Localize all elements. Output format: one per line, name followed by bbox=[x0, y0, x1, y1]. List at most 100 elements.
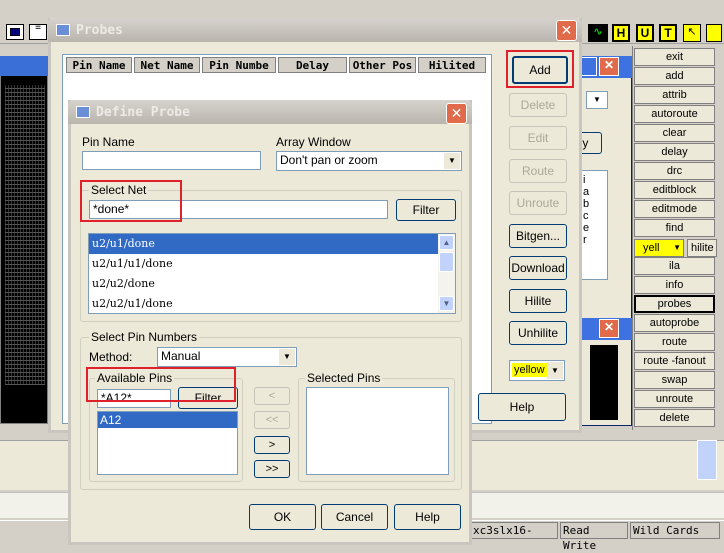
col-pin-number[interactable]: Pin Numbe bbox=[202, 57, 276, 73]
cmd-find-button[interactable]: find bbox=[634, 219, 715, 237]
cmd-hilite-button[interactable]: hilite bbox=[687, 239, 717, 257]
array-window-select[interactable]: Don't pan or zoom ▼ bbox=[276, 151, 462, 171]
chevron-down-icon: ▼ bbox=[279, 349, 295, 365]
chevron-down-icon: ▼ bbox=[444, 153, 460, 169]
status-wildcards: Wild Cards bbox=[630, 522, 720, 539]
probes-close-icon[interactable]: ✕ bbox=[556, 20, 577, 41]
col-pin-name[interactable]: Pin Name bbox=[66, 57, 132, 73]
cmd-route-fanout-button[interactable]: route -fanout bbox=[634, 352, 715, 370]
pin-name-label: Pin Name bbox=[82, 135, 135, 149]
list-icon[interactable]: ≡ bbox=[29, 23, 47, 40]
selected-pins-list[interactable] bbox=[306, 387, 449, 475]
scroll-thumb[interactable] bbox=[439, 252, 454, 272]
hilite-button[interactable]: Hilite bbox=[509, 289, 567, 313]
cmd-editmode-button[interactable]: editmode bbox=[634, 200, 715, 218]
help-button[interactable]: Help bbox=[394, 504, 461, 530]
route-button[interactable]: Route bbox=[509, 159, 567, 183]
bg-window-list-item: e bbox=[583, 222, 590, 234]
cmd-clear-button[interactable]: clear bbox=[634, 124, 715, 142]
download-button[interactable]: Download bbox=[509, 256, 567, 280]
bg-window-list-item: r bbox=[583, 234, 587, 246]
define-probe-close-icon[interactable]: ✕ bbox=[446, 103, 467, 124]
cmd-probes-button[interactable]: probes bbox=[634, 295, 715, 313]
bg-window-list-item: a bbox=[583, 186, 590, 198]
h-icon[interactable]: H bbox=[612, 24, 630, 42]
net-list[interactable]: u2/u1/done u2/u1/u1/done u2/u2/done u2/u… bbox=[88, 233, 456, 314]
method-value: Manual bbox=[161, 349, 201, 363]
bg-window-dropdown[interactable]: ▼ bbox=[586, 91, 608, 109]
cmd-delete-button[interactable]: delete bbox=[634, 409, 715, 427]
chevron-down-icon: ▼ bbox=[673, 243, 681, 252]
col-net-name[interactable]: Net Name bbox=[134, 57, 200, 73]
cursor-icon[interactable]: ↖ bbox=[683, 24, 701, 42]
layout-icon[interactable] bbox=[6, 24, 24, 40]
ok-button[interactable]: OK bbox=[249, 504, 316, 530]
col-delay[interactable]: Delay bbox=[278, 57, 347, 73]
list-item[interactable]: A12 bbox=[98, 412, 237, 428]
cmd-ila-button[interactable]: ila bbox=[634, 257, 715, 275]
cmd-swap-button[interactable]: swap bbox=[634, 371, 715, 389]
scope-icon[interactable]: ∿ bbox=[588, 24, 608, 42]
list-item[interactable]: u2/u1/done bbox=[89, 234, 438, 254]
cmd-autoroute-button[interactable]: autoroute bbox=[634, 105, 715, 123]
delete-button[interactable]: Delete bbox=[509, 93, 567, 117]
cmd-route-button[interactable]: route bbox=[634, 333, 715, 351]
cancel-button[interactable]: Cancel bbox=[321, 504, 388, 530]
selected-pins-label: Selected Pins bbox=[305, 371, 383, 385]
status-mode: Read Write bbox=[560, 522, 628, 552]
available-pins-highlight bbox=[86, 367, 236, 402]
cmd-unroute-button[interactable]: unroute bbox=[634, 390, 715, 408]
probe-color-select[interactable]: yellow ▼ bbox=[509, 360, 565, 381]
scroll-up-icon[interactable]: ▲ bbox=[439, 235, 454, 250]
col-hilited[interactable]: Hilited bbox=[418, 57, 486, 73]
u-icon[interactable]: U bbox=[636, 24, 654, 42]
chevron-down-icon[interactable]: ▼ bbox=[547, 362, 563, 379]
array-window-value: Don't pan or zoom bbox=[280, 153, 378, 167]
unhilite-button[interactable]: Unhilite bbox=[509, 321, 567, 345]
add-all-pins-button[interactable]: >> bbox=[254, 460, 290, 478]
bg-window-close-icon[interactable]: ✕ bbox=[599, 57, 619, 76]
window-icon bbox=[56, 24, 70, 36]
cmd-editblock-button[interactable]: editblock bbox=[634, 181, 715, 199]
cmd-delay-button[interactable]: delay bbox=[634, 143, 715, 161]
col-other-pos[interactable]: Other Pos bbox=[349, 57, 416, 73]
bg-window-list[interactable]: i a b c e r bbox=[580, 170, 608, 280]
net-filter-button[interactable]: Filter bbox=[396, 199, 456, 221]
select-pin-numbers-label: Select Pin Numbers bbox=[89, 330, 200, 344]
edit-button[interactable]: Edit bbox=[509, 126, 567, 150]
probe-color-value: yellow bbox=[512, 363, 547, 377]
t-icon[interactable]: T bbox=[659, 24, 677, 42]
cmd-drc-button[interactable]: drc bbox=[634, 162, 715, 180]
select-net-highlight bbox=[80, 180, 182, 222]
define-probe-titlebar[interactable]: Define Probe bbox=[68, 100, 472, 124]
bg-window-list-item: b bbox=[583, 198, 590, 210]
cmd-add-button[interactable]: add bbox=[634, 67, 715, 85]
bitgen-button[interactable]: Bitgen... bbox=[509, 224, 567, 248]
list-item[interactable]: u2/u1/u1/done bbox=[89, 254, 455, 274]
probes-titlebar[interactable]: Probes bbox=[48, 18, 582, 42]
cmd-exit-button[interactable]: exit bbox=[634, 48, 715, 66]
list-item[interactable]: u2/u2/done bbox=[89, 274, 455, 294]
cmd-attrib-button[interactable]: attrib bbox=[634, 86, 715, 104]
unroute-button[interactable]: Unroute bbox=[509, 191, 567, 215]
cmd-autoprobe-button[interactable]: autoprobe bbox=[634, 314, 715, 332]
remove-all-pins-button[interactable]: << bbox=[254, 411, 290, 429]
bg-window-list-item: c bbox=[583, 210, 589, 222]
probes-help-button[interactable]: Help bbox=[478, 393, 566, 421]
method-select[interactable]: Manual ▼ bbox=[157, 347, 297, 367]
method-label: Method: bbox=[89, 350, 133, 364]
cmd-info-button[interactable]: info bbox=[634, 276, 715, 294]
list-item[interactable]: u2/u2/u1/done bbox=[89, 294, 455, 313]
available-pins-list[interactable]: A12 bbox=[97, 411, 238, 475]
scroll-down-icon[interactable]: ▼ bbox=[439, 296, 454, 311]
command-panel-scrollbar[interactable] bbox=[697, 440, 717, 480]
add-highlight bbox=[506, 50, 574, 88]
array-view[interactable] bbox=[0, 56, 48, 424]
define-probe-title: Define Probe bbox=[96, 104, 190, 120]
pin-name-field[interactable] bbox=[82, 151, 261, 170]
net-list-scrollbar[interactable]: ▲ ▼ bbox=[438, 234, 455, 313]
remove-pin-button[interactable]: < bbox=[254, 387, 290, 405]
cmd-color-select[interactable]: yell ▼ bbox=[634, 239, 684, 257]
add-pin-button[interactable]: > bbox=[254, 436, 290, 454]
bg-window-2-close-icon[interactable]: ✕ bbox=[599, 319, 619, 338]
